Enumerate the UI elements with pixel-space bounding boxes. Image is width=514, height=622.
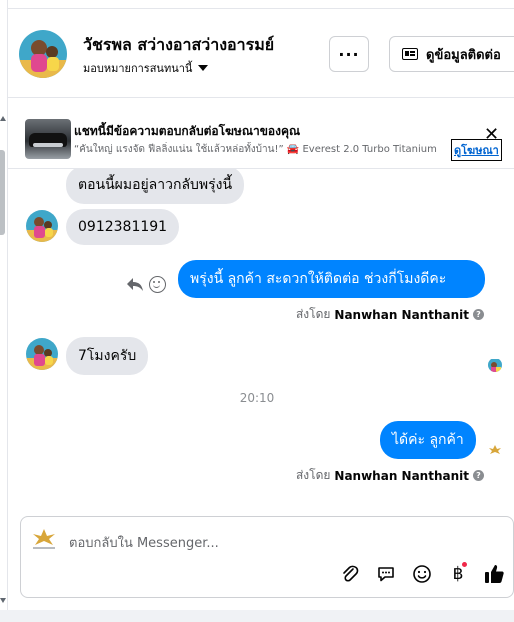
emoji-react-icon[interactable]	[149, 276, 166, 293]
ad-thumbnail[interactable]	[25, 119, 71, 159]
sent-by-prefix: ส่งโดย	[295, 468, 331, 482]
reply-input[interactable]: ตอบกลับใน Messenger...	[69, 532, 219, 553]
ad-reply-banner: แชทนี้มีข้อความตอบกลับต่อโฆษณาของคุณ “คั…	[8, 99, 514, 169]
assign-conversation-dropdown[interactable]: มอบหมายการสนทนานี้	[83, 59, 209, 77]
scroll-down-arrow-icon[interactable]	[0, 598, 6, 603]
contact-avatar-small	[26, 338, 58, 370]
contact-card-icon	[402, 48, 418, 60]
close-icon[interactable]: ✕	[484, 126, 499, 144]
emoji-icon[interactable]	[411, 563, 433, 585]
incoming-message[interactable]: 0912381191	[66, 209, 180, 245]
chat-bubble-icon[interactable]	[375, 563, 397, 585]
ad-banner-title: แชทนี้มีข้อความตอบกลับต่อโฆษณาของคุณ	[74, 124, 301, 138]
baht-icon[interactable]: ฿	[447, 561, 469, 585]
contact-avatar-small	[26, 210, 58, 242]
time-divider: 20:10	[239, 391, 275, 405]
ad-snippet: “คันใหญ่ แรงจัด ฟีลลิ่งแน่น ใช้แล้วหล่อท…	[74, 144, 437, 155]
read-receipt-avatar	[488, 358, 502, 372]
conversation-header: วัชรพล สว่างอาสว่างอารมย์ มอบหมายการสนทน…	[8, 10, 514, 98]
outgoing-message[interactable]: พรุ่งนี้ ลูกค้า สะดวกให้ติดต่อ ช่วงกี่โม…	[178, 260, 485, 298]
incoming-message[interactable]: 7โมงครับ	[66, 337, 149, 375]
view-contact-info-button[interactable]: ดูข้อมูลติดต่อ	[389, 36, 514, 72]
scroll-up-arrow-icon[interactable]	[0, 116, 6, 121]
contact-avatar[interactable]	[19, 30, 67, 78]
incoming-message[interactable]: ตอนนี้ผมอยู่ลาวกลับพรุ่งนี้	[66, 166, 245, 204]
assign-label: มอบหมายการสนทนานี้	[83, 62, 193, 75]
contact-name[interactable]: วัชรพล สว่างอาสว่างอารมย์	[83, 33, 274, 58]
page-logo-icon	[29, 527, 59, 551]
more-options-button[interactable]: ···	[329, 36, 369, 72]
sent-by-label: ส่งโดย Nanwhan Nanthanit ?	[296, 466, 484, 485]
scrollbar-thumb[interactable]	[0, 150, 5, 235]
chevron-down-icon	[198, 65, 209, 71]
page-brand-icon	[488, 441, 502, 454]
left-scrollbar[interactable]	[0, 0, 8, 622]
outgoing-message[interactable]: ได้ค่ะ ลูกค้า	[380, 421, 476, 459]
reply-icon[interactable]	[126, 276, 144, 292]
sent-by-agent-name[interactable]: Nanwhan Nanthanit	[334, 308, 469, 322]
paperclip-icon[interactable]	[339, 563, 361, 585]
sent-by-label: ส่งโดย Nanwhan Nanthanit ?	[296, 305, 484, 324]
thumbs-up-icon[interactable]	[483, 563, 505, 585]
sent-by-prefix: ส่งโดย	[295, 307, 331, 321]
message-composer[interactable]: ตอบกลับใน Messenger... ฿	[20, 516, 514, 598]
notification-dot	[461, 561, 468, 568]
composer-toolbar: ฿	[339, 561, 505, 585]
help-icon[interactable]: ?	[473, 470, 484, 481]
top-divider	[8, 0, 514, 9]
sent-by-agent-name[interactable]: Nanwhan Nanthanit	[334, 469, 469, 483]
more-icon: ···	[338, 44, 360, 64]
view-contact-info-label: ดูข้อมูลติดต่อ	[426, 47, 501, 63]
help-icon[interactable]: ?	[473, 309, 484, 320]
bottom-bar	[0, 610, 514, 622]
